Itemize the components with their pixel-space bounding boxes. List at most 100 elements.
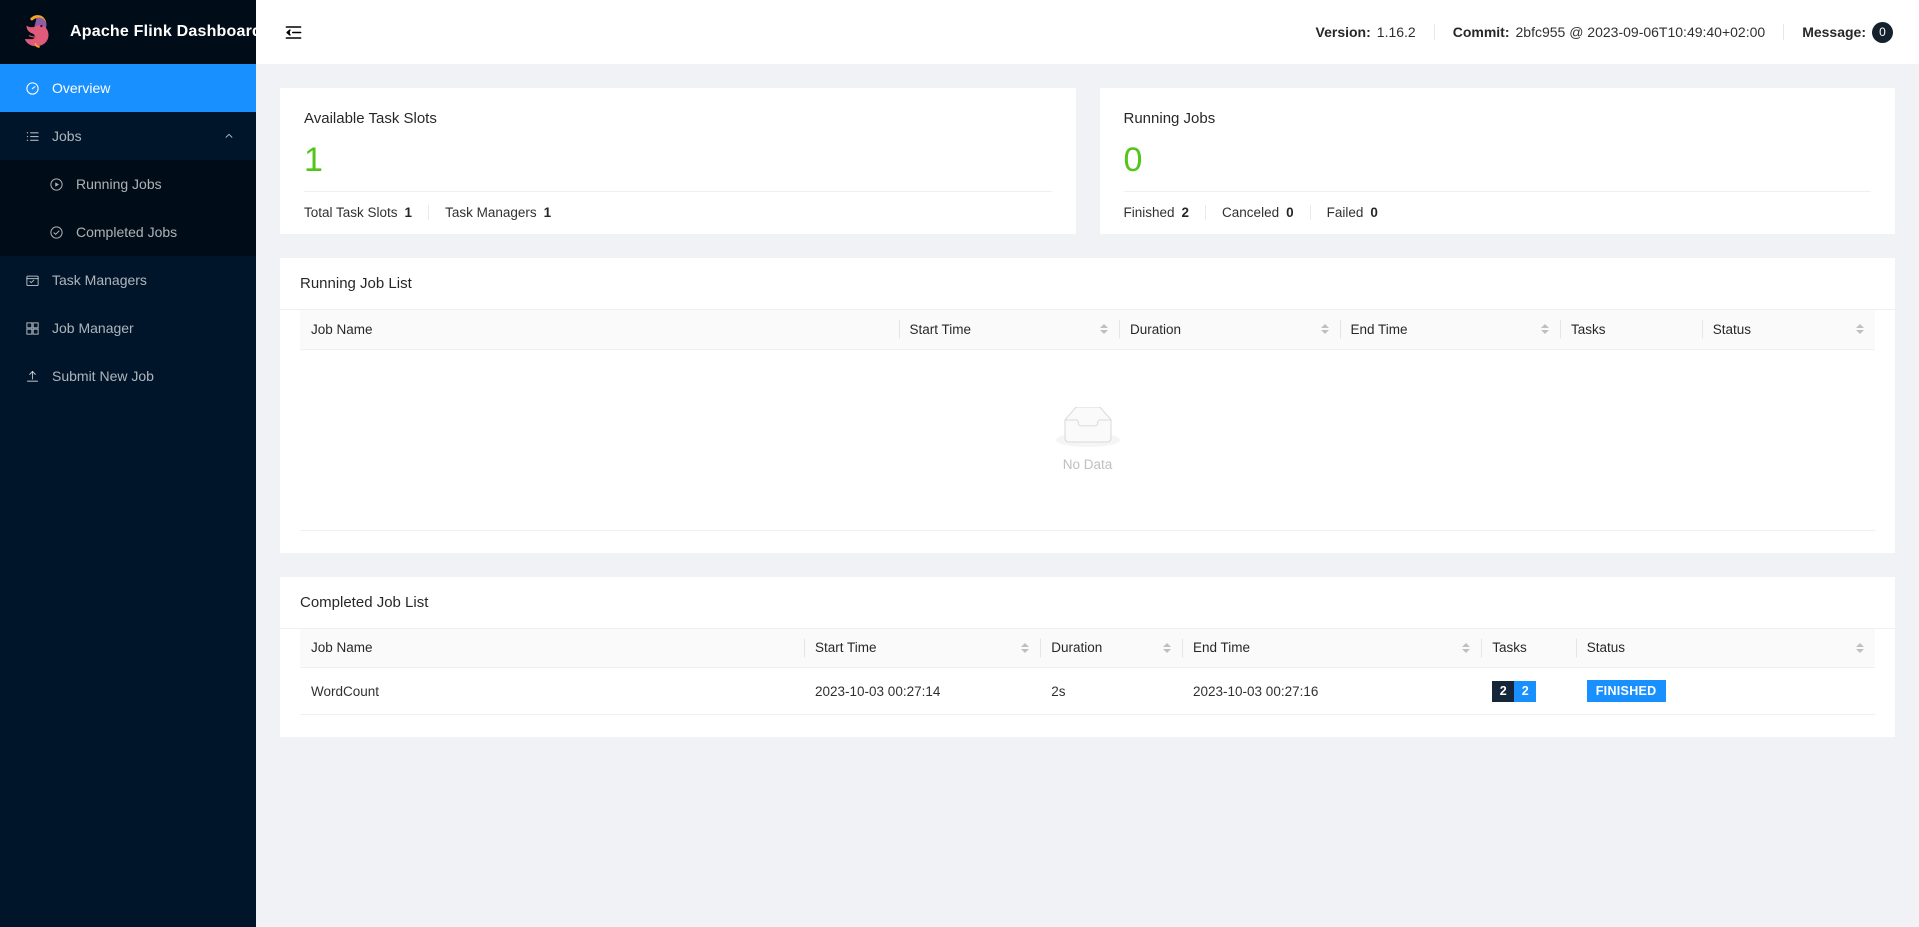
column-header-start-time[interactable]: Start Time [804,628,1041,668]
cell-status: FINISHED [1575,667,1875,715]
topbar: Version: 1.16.2 Commit: 2bfc955 @ 2023-0… [256,0,1919,64]
column-label: Tasks [1492,640,1527,656]
brand[interactable]: Apache Flink Dashboard [0,0,256,64]
table-header-row: Job Name Start Time Duration End Time Ta… [300,310,1875,350]
sidebar: Apache Flink Dashboard Overview Jobs Run… [0,0,256,927]
sidebar-item-submit-new-job[interactable]: Submit New Job [0,352,256,400]
footer-value: 0 [1286,205,1294,220]
sidebar-item-jobs[interactable]: Jobs [0,112,256,160]
column-header-job-name[interactable]: Job Name [300,310,899,350]
running-jobs-card: Running Jobs 0 Finished 2 Canceled 0 Fai… [1099,88,1895,234]
stat-value: 1 [304,141,323,179]
table-header-row: Job Name Start Time Duration End Time Ta… [300,628,1875,668]
footer-metric: Canceled 0 [1205,205,1310,220]
cell-start-time: 2023-10-03 00:27:14 [804,667,1041,715]
column-header-duration[interactable]: Duration [1040,628,1182,668]
table-header: Job Name Start Time Duration End Time Ta… [300,628,1875,668]
app-root: Apache Flink Dashboard Overview Jobs Run… [0,0,1919,927]
sort-icon[interactable] [1462,642,1471,653]
sidebar-menu: Overview Jobs Running Jobs Completed Job… [0,64,256,400]
footer-label: Total Task Slots [304,205,398,220]
footer-metric: Total Task Slots 1 [304,205,428,220]
chevron-up-icon[interactable] [224,131,234,141]
column-header-status[interactable]: Status [1701,310,1875,350]
footer-metric: Failed 0 [1309,205,1394,220]
sort-icon[interactable] [1541,324,1549,335]
column-header-start-time[interactable]: Start Time [898,310,1119,350]
sort-icon[interactable] [1100,324,1108,335]
content: Available Task Slots 1 Total Task Slots … [256,64,1919,927]
topbar-meta: Version: 1.16.2 Commit: 2bfc955 @ 2023-0… [1298,21,1893,43]
sort-icon[interactable] [1856,642,1864,653]
empty-inbox-icon [1055,406,1120,451]
stat-card-row: Available Task Slots 1 Total Task Slots … [280,88,1895,234]
column-label: End Time [1350,321,1408,337]
cell-duration: 2s [1040,667,1182,715]
sidebar-item-job-manager[interactable]: Job Manager [0,304,256,352]
dashboard-icon [24,80,40,96]
task-manager-icon [24,272,40,288]
footer-value: 1 [404,205,413,220]
cell-job-name[interactable]: WordCount [300,667,804,715]
column-label: Start Time [815,640,877,656]
running-job-list-card: Running Job List Job Name Start Time Dur… [280,258,1895,553]
column-header-duration[interactable]: Duration [1119,310,1340,350]
tasks-finished-badge: 2 [1514,680,1537,702]
stat-footer: Finished 2 Canceled 0 Failed 0 [1124,192,1872,220]
column-header-end-time[interactable]: End Time [1339,310,1560,350]
message-count-badge: 0 [1872,21,1893,43]
column-header-job-name[interactable]: Job Name [300,628,804,668]
sidebar-item-label: Running Jobs [76,176,162,192]
sidebar-item-label: Job Manager [52,320,134,336]
sidebar-item-completed-jobs[interactable]: Completed Jobs [0,208,256,256]
play-circle-icon [48,176,64,192]
footer-value: 2 [1181,205,1190,220]
job-manager-icon [24,320,40,336]
message-info[interactable]: Message: 0 [1784,21,1893,43]
main-area: Version: 1.16.2 Commit: 2bfc955 @ 2023-0… [256,0,1919,927]
brand-title: Apache Flink Dashboard [70,23,256,40]
footer-label: Failed [1326,205,1364,220]
sort-icon[interactable] [1856,324,1864,335]
check-circle-icon [48,224,64,240]
menu-fold-icon[interactable] [280,19,306,45]
version-label: Version: [1315,24,1371,40]
stat-footer: Total Task Slots 1 Task Managers 1 [304,192,1052,220]
column-label: Tasks [1571,321,1606,337]
sort-icon[interactable] [1163,642,1171,653]
tasks-badge-group: 2 2 [1492,680,1537,702]
list-icon [24,128,40,144]
sort-icon[interactable] [1021,642,1030,653]
column-header-status[interactable]: Status [1575,628,1875,668]
sidebar-item-label: Jobs [52,128,82,144]
commit-label: Commit: [1452,24,1510,40]
commit-info: Commit: 2bfc955 @ 2023-09-06T10:49:40+02… [1435,24,1783,40]
column-label: Status [1586,640,1626,656]
column-header-tasks[interactable]: Tasks [1560,310,1702,350]
sidebar-item-overview[interactable]: Overview [0,64,256,112]
stat-value: 0 [1123,141,1143,179]
table-row[interactable]: WordCount 2023-10-03 00:27:14 2s 2023-10… [300,667,1875,715]
footer-metric: Task Managers 1 [428,205,567,220]
sort-icon[interactable] [1320,324,1329,335]
cell-end-time: 2023-10-03 00:27:16 [1182,667,1482,715]
footer-label: Finished [1123,205,1175,220]
empty-row: No Data [300,349,1875,531]
sidebar-item-running-jobs[interactable]: Running Jobs [0,160,256,208]
column-header-end-time[interactable]: End Time [1182,628,1482,668]
sidebar-item-task-managers[interactable]: Task Managers [0,256,256,304]
column-label: Job Name [311,321,373,337]
completed-job-list-card: Completed Job List Job Name Start Time D… [280,576,1895,737]
sidebar-item-label: Task Managers [52,272,147,288]
commit-value: 2bfc955 @ 2023-09-06T10:49:40+02:00 [1515,24,1766,40]
footer-value: 0 [1370,205,1378,220]
footer-label: Task Managers [445,205,537,220]
column-label: Status [1712,321,1752,337]
empty-text: No Data [1062,457,1113,472]
sidebar-item-label: Overview [52,80,111,96]
card-title: Available Task Slots [304,110,437,127]
version-value: 1.16.2 [1376,24,1416,40]
message-label: Message: [1802,24,1866,40]
column-header-tasks[interactable]: Tasks [1481,628,1576,668]
column-label: End Time [1193,640,1251,656]
